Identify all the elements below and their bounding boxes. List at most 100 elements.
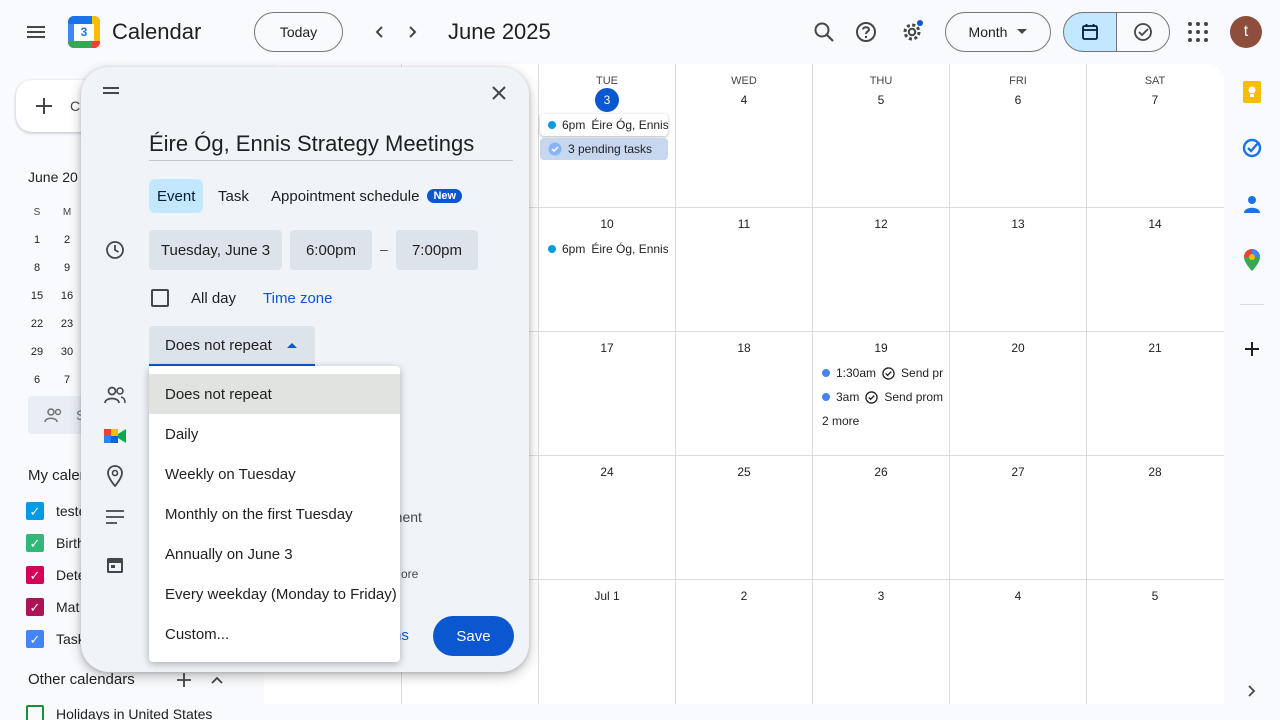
mini-day[interactable]: 7 [52,374,82,386]
event-color-dot [548,121,556,129]
check-icon[interactable]: ✓ [26,598,44,616]
chevron-left-icon [375,26,383,38]
keep-app-button[interactable] [1240,80,1264,104]
show-side-panel-button[interactable] [1244,682,1258,703]
check-icon[interactable]: ✓ [26,534,44,552]
day-number[interactable]: 12 [813,217,949,231]
day-number[interactable]: 7 [1087,93,1223,107]
checkbox-icon[interactable] [26,705,44,720]
day-number[interactable]: 25 [676,465,812,479]
calendar-item[interactable]: ✓ Birth [26,531,85,555]
tab-task[interactable]: Task [210,179,257,213]
day-number[interactable]: 5 [813,93,949,107]
app-header: 3 Calendar Today June 2025 Month t [0,0,1280,64]
mini-day[interactable]: 8 [22,262,52,274]
day-number[interactable]: 2 [676,589,812,603]
day-number[interactable]: Jul 1 [539,589,675,603]
support-button[interactable] [846,12,886,52]
day-number[interactable]: 21 [1087,341,1223,355]
repeat-option-daily[interactable]: Daily [149,414,400,454]
drag-handle-icon[interactable] [103,87,119,94]
more-events-link[interactable]: 2 more [822,414,859,428]
calendar-item[interactable]: Holidays in United States [26,702,212,720]
mini-day[interactable]: 16 [52,290,82,302]
repeat-option-annually[interactable]: Annually on June 3 [149,534,400,574]
day-number[interactable]: 20 [950,341,1086,355]
start-time-picker[interactable]: 6:00pm [290,230,372,270]
check-icon[interactable]: ✓ [26,502,44,520]
repeat-option-monthly[interactable]: Monthly on the first Tuesday [149,494,400,534]
all-day-checkbox[interactable] [151,289,169,307]
app-title: Calendar [112,19,202,44]
tasks-mode-button[interactable] [1116,12,1170,52]
check-icon[interactable]: ✓ [26,630,44,648]
tasks-app-button[interactable] [1240,136,1264,160]
day-number[interactable]: 5 [1087,589,1223,603]
search-button[interactable] [804,12,844,52]
repeat-option-does-not-repeat[interactable]: Does not repeat [149,374,400,414]
mini-day[interactable]: 23 [52,318,82,330]
calendar-item[interactable]: ✓ Dete [26,563,86,587]
repeat-option-weekly[interactable]: Weekly on Tuesday [149,454,400,494]
end-time-picker[interactable]: 7:00pm [396,230,478,270]
mini-day[interactable]: 22 [22,318,52,330]
event-title-input[interactable] [149,127,513,161]
day-number-today[interactable]: 3 [539,88,675,112]
task-check-icon [882,366,895,380]
task-chip[interactable]: 3am Send prom [814,386,946,408]
today-button[interactable]: Today [254,12,343,52]
day-number[interactable]: 19 [813,341,949,355]
day-number[interactable]: 27 [950,465,1086,479]
mini-day[interactable]: 15 [22,290,52,302]
day-number[interactable]: 4 [950,589,1086,603]
day-number[interactable]: 13 [950,217,1086,231]
repeat-option-every-weekday[interactable]: Every weekday (Monday to Friday) [149,574,400,614]
calendar-mode-button[interactable] [1063,12,1117,52]
day-number[interactable]: 11 [676,217,812,231]
event-chip[interactable]: 6pm Éire Óg, Ennis [540,114,668,136]
close-icon [492,86,506,100]
maps-app-button[interactable] [1240,248,1264,272]
pending-tasks-chip[interactable]: 3 pending tasks [540,138,668,160]
previous-period-button[interactable] [364,16,396,48]
close-button[interactable] [485,79,513,107]
contacts-app-button[interactable] [1240,192,1264,216]
view-switcher-button[interactable]: Month [945,12,1051,52]
google-apps-button[interactable] [1184,16,1212,48]
day-number[interactable]: 6 [950,93,1086,107]
settings-button[interactable] [892,12,932,52]
day-number[interactable]: 26 [813,465,949,479]
day-number[interactable]: 3 [813,589,949,603]
mini-day[interactable]: 9 [52,262,82,274]
mini-day[interactable]: 2 [52,234,82,246]
save-button[interactable]: Save [433,616,514,656]
day-number[interactable]: 4 [676,93,812,107]
task-chip[interactable]: 1:30am Send pr [814,362,946,384]
day-number[interactable]: 18 [676,341,812,355]
my-calendars-title[interactable]: My calen [28,467,88,484]
time-zone-link[interactable]: Time zone [263,290,332,307]
day-number[interactable]: 28 [1087,465,1223,479]
mini-day[interactable]: 30 [52,346,82,358]
event-chip[interactable]: 6pm Éire Óg, Ennis [540,238,668,260]
day-number[interactable]: 10 [539,217,675,231]
main-menu-button[interactable] [16,12,56,52]
calendar-item[interactable]: ✓ Task [26,627,85,651]
calendar-item[interactable]: ✓ Mat [26,595,79,619]
repeat-select[interactable]: Does not repeat [149,326,315,366]
date-picker[interactable]: Tuesday, June 3 [149,230,282,270]
next-period-button[interactable] [396,16,428,48]
get-addons-button[interactable] [1240,337,1264,361]
calendar-item[interactable]: ✓ teste [26,499,86,523]
account-avatar[interactable]: t [1230,16,1262,48]
check-icon[interactable]: ✓ [26,566,44,584]
day-number[interactable]: 17 [539,341,675,355]
day-number[interactable]: 14 [1087,217,1223,231]
tab-appointment-schedule[interactable]: Appointment schedule New [263,179,470,213]
mini-day[interactable]: 1 [22,234,52,246]
repeat-option-custom[interactable]: Custom... [149,614,400,654]
tab-event[interactable]: Event [149,179,204,213]
mini-day[interactable]: 29 [22,346,52,358]
day-number[interactable]: 24 [539,465,675,479]
mini-day[interactable]: 6 [22,374,52,386]
